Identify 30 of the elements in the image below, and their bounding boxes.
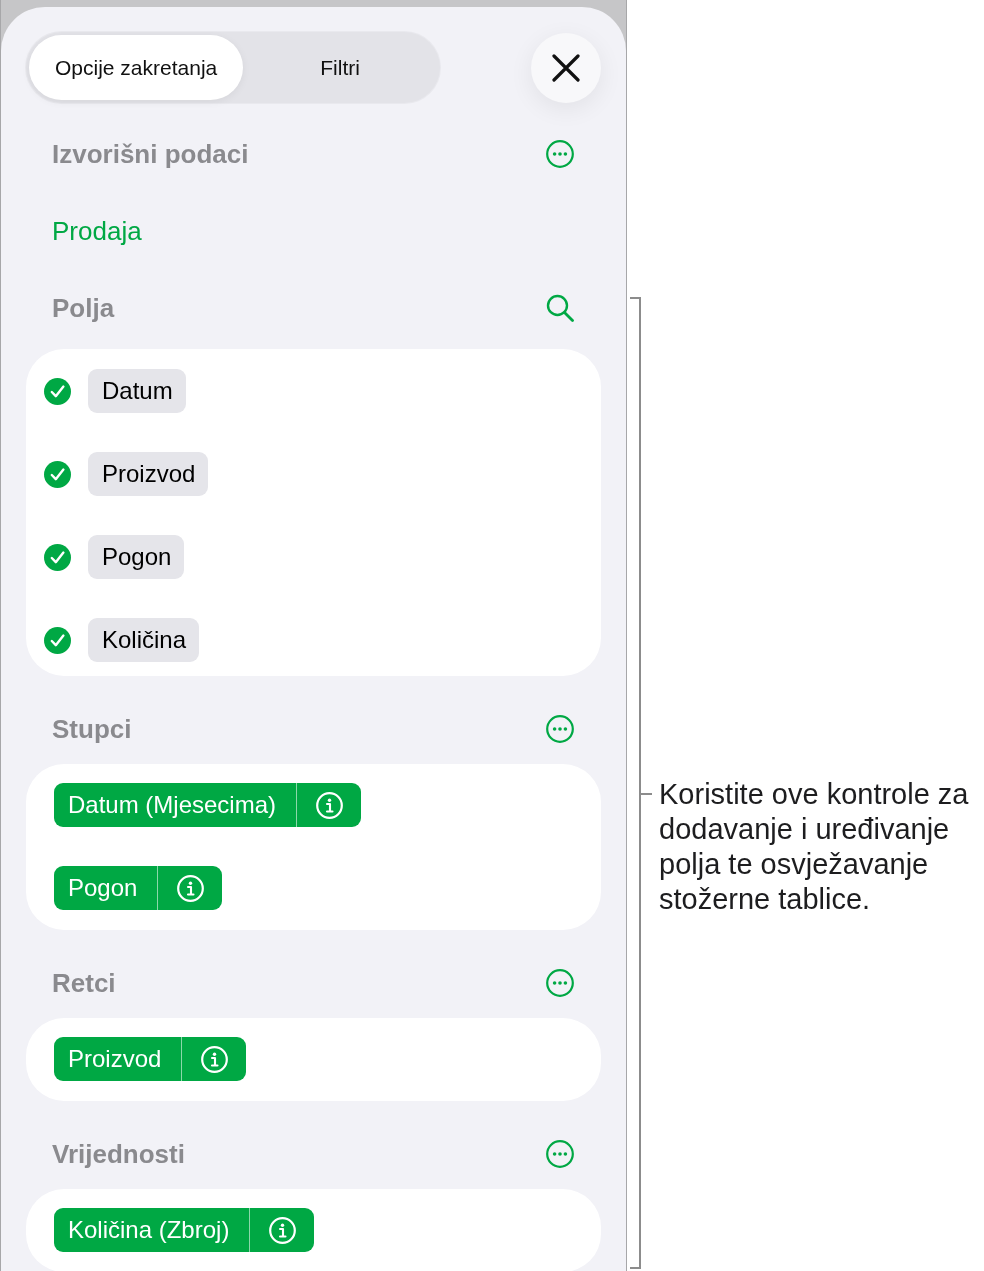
field-chip[interactable]: Količina	[88, 618, 200, 662]
section-heading: Polja	[52, 292, 115, 325]
field-pill-label: Proizvod	[67, 1044, 163, 1074]
checkmark-circle-icon[interactable]	[44, 626, 71, 654]
field-chip[interactable]: Proizvod	[88, 452, 209, 496]
section-heading: Retci	[52, 967, 116, 1000]
section-heading: Izvorišni podaci	[52, 138, 249, 171]
search-icon[interactable]	[546, 294, 574, 322]
checkmark-circle-icon[interactable]	[44, 377, 71, 405]
info-icon	[315, 791, 343, 819]
close-icon	[552, 53, 580, 82]
field-pill-label: Količina (Zbroj)	[67, 1215, 231, 1245]
section-heading: Vrijednosti	[52, 1138, 185, 1171]
info-icon	[268, 1216, 296, 1244]
field-chip[interactable]: Pogon	[88, 535, 185, 579]
checkmark-circle-icon[interactable]	[44, 460, 71, 488]
info-icon	[200, 1045, 228, 1073]
more-icon[interactable]	[546, 1140, 574, 1168]
field-pill-label: Datum (Mjesecima)	[67, 790, 278, 820]
section-heading: Stupci	[52, 713, 132, 746]
tab[interactable]: Opcije zakretanja	[29, 35, 244, 100]
checkmark-circle-icon[interactable]	[44, 543, 71, 571]
field-pill-label: Pogon	[67, 873, 139, 903]
more-icon[interactable]	[546, 715, 574, 743]
more-icon[interactable]	[546, 140, 574, 168]
info-icon	[176, 874, 204, 902]
field-chip[interactable]: Datum	[88, 369, 186, 413]
more-icon[interactable]	[546, 969, 574, 997]
tab[interactable]: Filtri	[243, 35, 437, 100]
callout-text: Koristite ove kontrole za dodavanje i uređivanje polja te osvježavanje stožerne tablice.	[659, 777, 970, 917]
